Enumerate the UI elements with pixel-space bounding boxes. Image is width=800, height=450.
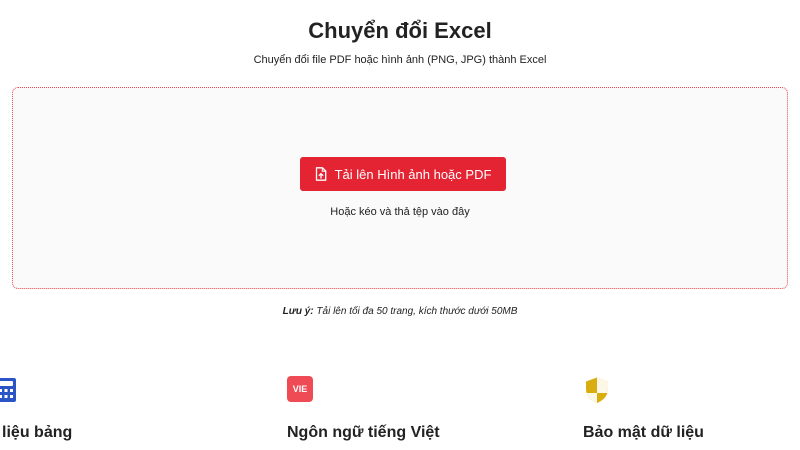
vie-badge-text: VIE <box>287 376 313 402</box>
page-subtitle: Chuyển đổi file PDF hoặc hình ảnh (PNG, … <box>253 54 547 66</box>
feature-table-data: ữ liệu bảng <box>0 376 72 441</box>
note-text: Tải lên tối đa 50 trang, kích thước dưới… <box>316 306 518 317</box>
vie-badge-icon: VIE <box>287 376 315 404</box>
page-title: Chuyển đổi Excel <box>308 18 492 43</box>
upload-button[interactable]: Tải lên Hình ảnh hoặc PDF <box>300 157 506 191</box>
upload-limit-note: Lưu ý: Tải lên tối đa 50 trang, kích thư… <box>0 306 800 317</box>
note-label: Lưu ý: <box>282 306 314 317</box>
feature-label: Bảo mật dữ liệu <box>583 424 704 441</box>
table-calculator-icon <box>0 376 22 404</box>
upload-button-label: Tải lên Hình ảnh hoặc PDF <box>334 166 492 182</box>
file-upload-icon <box>315 167 327 181</box>
feature-vietnamese-language: VIE Ngôn ngữ tiếng Việt <box>287 376 440 441</box>
drag-drop-hint: Hoặc kéo và thả tệp vào đây <box>330 206 470 218</box>
page: Chuyển đổi Excel Chuyển đổi file PDF hoặ… <box>0 0 800 450</box>
shield-icon <box>583 376 611 404</box>
feature-label: ữ liệu bảng <box>0 424 73 441</box>
feature-label: Ngôn ngữ tiếng Việt <box>287 424 440 441</box>
feature-data-security: Bảo mật dữ liệu <box>583 376 704 441</box>
